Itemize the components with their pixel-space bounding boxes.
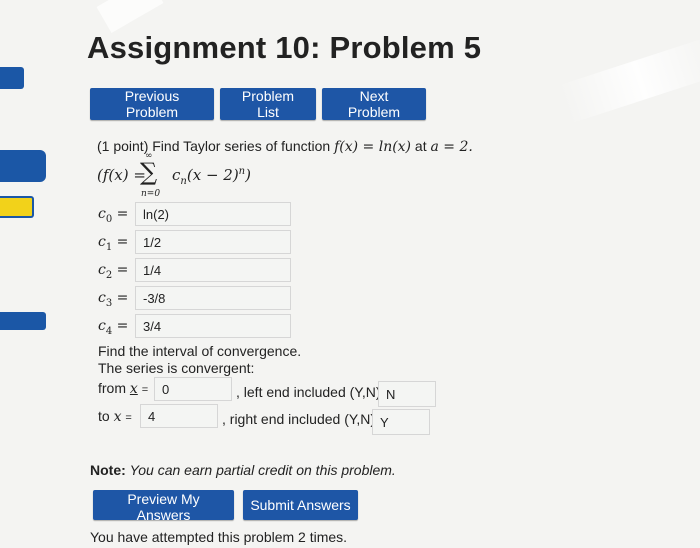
sidebar-edge-tab <box>0 312 46 330</box>
from-label: from x = <box>98 380 149 397</box>
problem-list-button[interactable]: Problem List <box>220 88 316 120</box>
sidebar-edge-tab-highlight <box>0 196 34 218</box>
series-formula-lhs: (f(x) = <box>97 166 146 184</box>
interval-from-input[interactable] <box>154 377 232 401</box>
page-title: Assignment 10: Problem 5 <box>87 30 482 65</box>
previous-problem-button[interactable]: Previous Problem <box>90 88 214 120</box>
coefficient-c3-input[interactable] <box>135 286 291 310</box>
coefficient-label-c2: c2 = <box>98 262 129 281</box>
sum-lower-limit: n=0 <box>141 189 161 199</box>
screen-glare <box>557 36 700 124</box>
interval-heading: Find the interval of convergence. <box>98 343 302 359</box>
to-label: to x = <box>98 408 132 425</box>
problem-statement: (1 point) Find Taylor series of function… <box>97 138 473 155</box>
left-end-label: , left end included (Y,N): <box>236 384 385 400</box>
coefficient-label-c1: c1 = <box>98 234 129 253</box>
attempts-text: You have attempted this problem 2 times. <box>90 529 348 545</box>
sidebar-edge-tab <box>0 150 46 182</box>
right-end-included-input[interactable] <box>372 409 430 435</box>
screen-glare <box>96 0 164 33</box>
partial-credit-note: Note: You can earn partial credit on thi… <box>90 462 396 478</box>
coefficient-c2-input[interactable] <box>135 258 291 282</box>
submit-answers-button[interactable]: Submit Answers <box>243 490 358 520</box>
series-formula-rhs: cn(x − 2)n) <box>172 166 251 187</box>
preview-answers-button[interactable]: Preview My Answers <box>93 490 234 523</box>
coefficient-c4-input[interactable] <box>135 314 291 338</box>
coefficient-c0-input[interactable] <box>135 202 291 226</box>
convergence-status: The series is convergent: <box>98 360 255 376</box>
coefficient-c1-input[interactable] <box>135 230 291 254</box>
coefficient-label-c4: c4 = <box>98 318 129 337</box>
sidebar-edge-tab <box>0 67 24 89</box>
right-end-label: , right end included (Y,N): <box>222 411 379 427</box>
coefficient-label-c3: c3 = <box>98 290 129 309</box>
next-problem-button[interactable]: Next Problem <box>322 88 426 120</box>
coefficient-label-c0: c0 = <box>98 206 129 225</box>
left-end-included-input[interactable] <box>378 381 436 407</box>
sigma-symbol: ∑ <box>140 158 158 186</box>
interval-to-input[interactable] <box>140 404 218 428</box>
